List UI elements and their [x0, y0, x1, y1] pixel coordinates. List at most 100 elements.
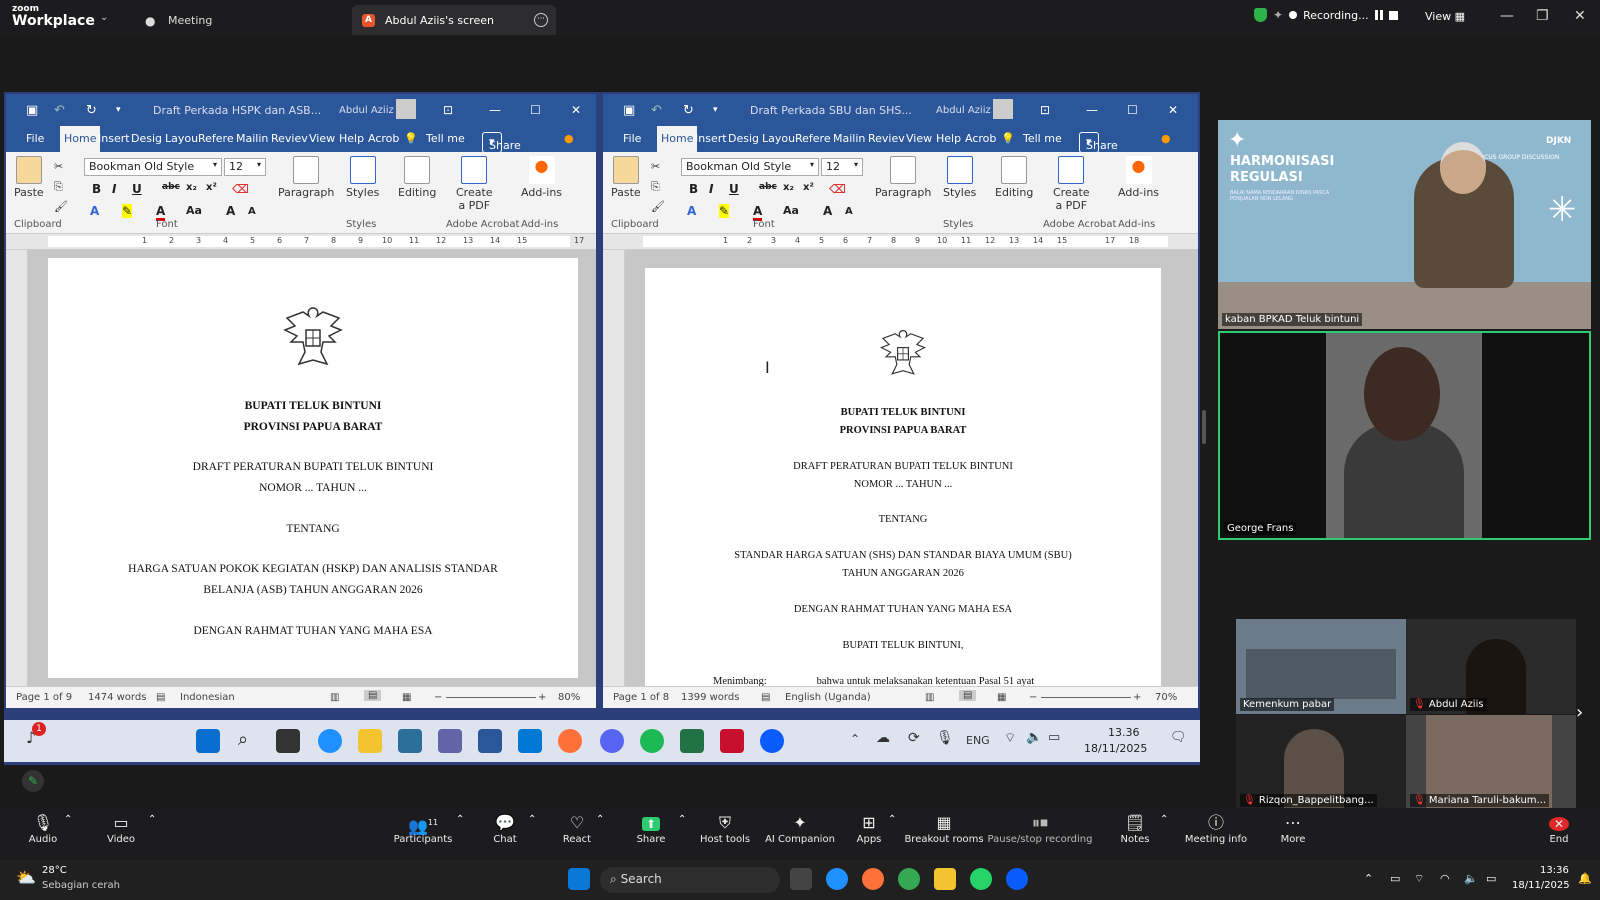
zoom-app-icon[interactable]	[760, 729, 784, 753]
weather-icon[interactable]: ⛅	[16, 868, 36, 887]
weather-temp[interactable]: 28°C	[42, 865, 67, 876]
font-size-select[interactable]: 12 ▾	[821, 158, 863, 176]
strikethrough-button[interactable]: abc	[759, 182, 777, 192]
italic-button[interactable]: I	[112, 182, 116, 196]
vscode-icon[interactable]	[518, 729, 542, 753]
photos-icon[interactable]	[398, 729, 422, 753]
highlight-icon[interactable]: ✎	[719, 204, 730, 218]
chevron-down-icon[interactable]: ⌄	[100, 12, 108, 23]
zoom-slider[interactable]	[1041, 697, 1131, 698]
tab-help[interactable]: Help	[339, 132, 364, 145]
tab-meeting[interactable]: ● Meeting	[135, 5, 222, 35]
discord-icon[interactable]	[600, 729, 624, 753]
word-icon[interactable]	[478, 729, 502, 753]
proofing-icon[interactable]: ▤	[156, 692, 165, 703]
excel-icon[interactable]	[680, 729, 704, 753]
tell-me-search[interactable]: Tell me	[1023, 132, 1062, 145]
tab-mailings[interactable]: Mailin	[236, 132, 268, 145]
tab-home[interactable]: Home	[60, 126, 101, 152]
search-input[interactable]: ⌕ Search	[600, 867, 780, 893]
font-name-select[interactable]: Bookman Old Style ▾	[681, 158, 819, 176]
print-layout-icon[interactable]: ▤	[959, 690, 977, 701]
battery-icon[interactable]: ▭	[1048, 730, 1060, 745]
paragraph-button[interactable]: Paragraph	[875, 156, 931, 199]
video-tile[interactable]: Kemenkum pabar	[1236, 619, 1406, 714]
maximize-icon[interactable]: ☐	[530, 103, 541, 117]
edge-icon[interactable]	[826, 868, 848, 890]
file-explorer-icon[interactable]	[934, 868, 956, 890]
chevron-up-icon[interactable]: ⌃	[678, 814, 686, 825]
wifi-icon[interactable]: ◠	[1440, 872, 1450, 885]
font-size-select[interactable]: 12 ▾	[224, 158, 266, 176]
ai-companion-button[interactable]: ✦ AI Companion	[760, 812, 840, 845]
language-indicator[interactable]: ENG	[966, 734, 990, 747]
ribbon-display-icon[interactable]: ⊡	[1040, 103, 1050, 117]
task-view-icon[interactable]	[790, 868, 812, 890]
styles-button[interactable]: Styles	[346, 156, 379, 199]
chevron-up-icon[interactable]: ⌃	[596, 814, 604, 825]
copy-icon[interactable]: ⎘	[54, 180, 63, 194]
horizontal-ruler[interactable]: 1 2 3 4 5 6 7 8 9 10 11 12 13 14 15 17 1…	[603, 234, 1198, 250]
video-tile[interactable]: 🎙 Mariana Taruli-bakum...	[1406, 715, 1576, 810]
minimize-icon[interactable]: —	[1500, 8, 1514, 24]
teams-icon[interactable]	[438, 729, 462, 753]
styles-button[interactable]: Styles	[943, 156, 976, 199]
bold-button[interactable]: B	[92, 182, 101, 196]
horizontal-ruler[interactable]: 1 2 3 4 5 6 7 8 9 10 11 12 13 14 15 17	[6, 234, 596, 250]
minimize-icon[interactable]: —	[489, 103, 501, 117]
clear-formatting-icon[interactable]: ⌫	[829, 182, 846, 196]
annotate-icon[interactable]: ✎	[22, 770, 44, 792]
tab-references[interactable]: Refere	[795, 132, 831, 145]
battery-icon[interactable]: ▭	[1486, 872, 1496, 885]
chevron-up-icon[interactable]: ⌃	[148, 814, 156, 825]
notifications-icon[interactable]: 🗨	[1170, 730, 1187, 745]
print-layout-icon[interactable]: ▤	[364, 690, 382, 701]
copilot-icon[interactable]: ●	[564, 132, 574, 145]
tab-layout[interactable]: Layou	[762, 132, 795, 145]
tab-design[interactable]: Desig	[728, 132, 759, 145]
vertical-ruler[interactable]	[6, 250, 28, 686]
grow-font-icon[interactable]: A	[226, 204, 235, 218]
format-painter-icon[interactable]: 🖌	[54, 200, 68, 213]
superscript-button[interactable]: x²	[206, 182, 217, 193]
more-button[interactable]: ⋯ More	[1258, 812, 1328, 845]
change-case-icon[interactable]: Aa	[186, 204, 202, 217]
paragraph-button[interactable]: Paragraph	[278, 156, 334, 199]
tab-home[interactable]: Home	[657, 126, 698, 152]
change-case-icon[interactable]: Aa	[783, 204, 799, 217]
text-effects-icon[interactable]: A	[687, 204, 696, 218]
tab-acrobat[interactable]: Acrob	[368, 132, 399, 145]
tab-insert[interactable]: Insert	[695, 132, 727, 145]
redo-icon[interactable]: ↻	[683, 103, 694, 118]
mcafee-icon[interactable]	[720, 729, 744, 753]
tab-mailings[interactable]: Mailin	[833, 132, 865, 145]
restore-icon[interactable]: ❐	[1536, 8, 1549, 24]
tab-review[interactable]: Reviev	[271, 132, 308, 145]
tab-help[interactable]: Help	[936, 132, 961, 145]
participants-button[interactable]: 👥11 Participants	[380, 812, 466, 845]
tab-review[interactable]: Reviev	[868, 132, 905, 145]
read-mode-icon[interactable]: ▥	[925, 692, 934, 703]
wifi-icon[interactable]: ⌔	[1004, 730, 1016, 746]
subscript-button[interactable]: x₂	[186, 182, 197, 193]
video-tile-kaban[interactable]: HARMONISASI REGULASI BALAI NAMA KENDARAA…	[1218, 120, 1591, 329]
word-count[interactable]: 1399 words	[681, 692, 739, 703]
video-tile[interactable]: 🎙 Rizqon_Bappelitbang...	[1236, 715, 1406, 810]
tell-me-search[interactable]: Tell me	[426, 132, 465, 145]
sync-icon[interactable]: ⟳	[908, 730, 920, 746]
tab-acrobat[interactable]: Acrob	[965, 132, 996, 145]
meeting-info-button[interactable]: ⓘ Meeting info	[1178, 812, 1254, 845]
weather-text[interactable]: Sebagian cerah	[42, 880, 120, 891]
clock-time[interactable]: 13.36	[1108, 726, 1140, 739]
chrome-icon[interactable]	[898, 868, 920, 890]
display-icon[interactable]: ▭	[1390, 872, 1400, 885]
close-icon[interactable]: ✕	[1574, 8, 1586, 24]
clock-date[interactable]: 18/11/2025	[1084, 742, 1147, 755]
notifications-icon[interactable]: 🔔	[1578, 872, 1592, 885]
text-effects-icon[interactable]: A	[90, 204, 99, 218]
bold-button[interactable]: B	[689, 182, 698, 196]
italic-button[interactable]: I	[709, 182, 713, 196]
host-tools-button[interactable]: ⛨ Host tools	[690, 812, 760, 845]
volume-icon[interactable]: 🔈	[1464, 872, 1478, 885]
shrink-font-icon[interactable]: A	[248, 206, 256, 217]
